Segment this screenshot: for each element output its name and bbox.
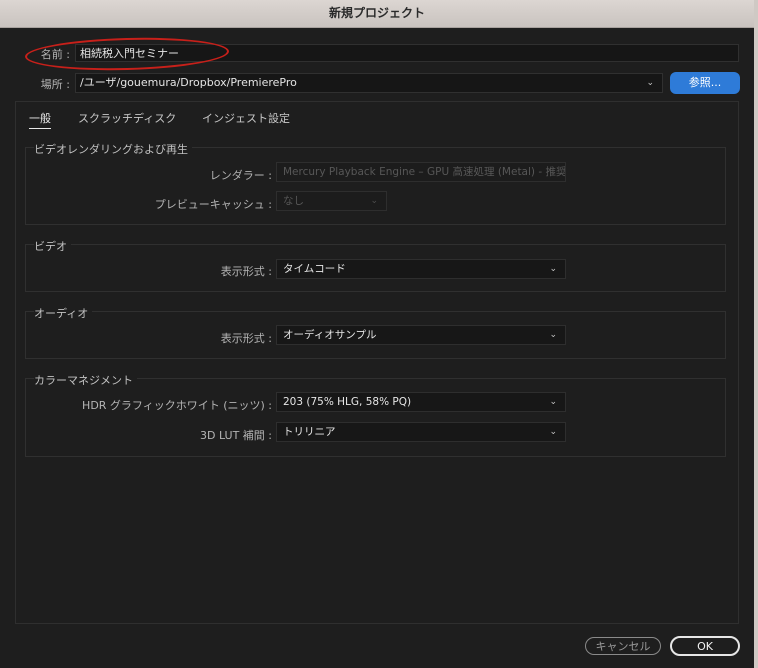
tab-scratch-disks[interactable]: スクラッチディスク: [78, 110, 176, 126]
audio-display-format-label: 表示形式 :: [220, 332, 272, 345]
chevron-down-icon: ⌄: [549, 167, 557, 177]
video-display-format-select[interactable]: タイムコード ⌄: [276, 259, 566, 279]
color-management-title: カラーマネジメント: [34, 372, 137, 388]
renderer-value: Mercury Playback Engine – GPU 高速処理 (Meta…: [283, 166, 566, 178]
chevron-down-icon: ⌄: [549, 397, 557, 407]
location-select[interactable]: /ユーザ/gouemura/Dropbox/PremierePro ⌄: [75, 73, 663, 93]
hdr-white-label: HDR グラフィックホワイト (ニッツ) :: [82, 399, 272, 412]
lut-interpolation-select[interactable]: トリリニア ⌄: [276, 422, 566, 442]
chevron-down-icon: ⌄: [646, 78, 654, 88]
hdr-white-select[interactable]: 203 (75% HLG, 58% PQ) ⌄: [276, 392, 566, 412]
renderer-select: Mercury Playback Engine – GPU 高速処理 (Meta…: [276, 162, 566, 182]
chevron-down-icon: ⌄: [549, 264, 557, 274]
video-rendering-title: ビデオレンダリングおよび再生: [34, 141, 192, 157]
audio-display-format-value: オーディオサンプル: [283, 329, 377, 341]
chevron-down-icon: ⌄: [370, 196, 378, 206]
window-frame-edge: [754, 0, 758, 668]
preview-cache-label: プレビューキャッシュ :: [154, 198, 272, 211]
hdr-white-value: 203 (75% HLG, 58% PQ): [283, 396, 412, 408]
video-display-format-label: 表示形式 :: [220, 265, 272, 278]
browse-button[interactable]: 参照...: [670, 72, 740, 94]
dialog-title: 新規プロジェクト: [0, 0, 754, 28]
preview-cache-select: なし ⌄: [276, 191, 387, 211]
audio-display-format-select[interactable]: オーディオサンプル ⌄: [276, 325, 566, 345]
chevron-down-icon: ⌄: [549, 330, 557, 340]
tab-ingest-settings[interactable]: インジェスト設定: [202, 110, 290, 126]
video-display-format-value: タイムコード: [283, 263, 346, 275]
video-rendering-group: [25, 147, 726, 225]
lut-interpolation-value: トリリニア: [283, 426, 336, 438]
color-management-group: [25, 378, 726, 457]
chevron-down-icon: ⌄: [549, 427, 557, 437]
location-label: 場所 :: [40, 78, 70, 91]
audio-group-title: オーディオ: [34, 305, 93, 321]
video-group-title: ビデオ: [34, 238, 71, 254]
location-value: /ユーザ/gouemura/Dropbox/PremierePro: [80, 76, 297, 89]
cancel-button[interactable]: キャンセル: [585, 637, 661, 655]
project-name-input[interactable]: 相続税入門セミナー: [75, 44, 739, 62]
renderer-label: レンダラー :: [209, 169, 272, 182]
lut-interpolation-label: 3D LUT 補間 :: [199, 429, 272, 442]
name-label: 名前 :: [40, 48, 70, 61]
tab-general[interactable]: 一般: [29, 110, 51, 129]
preview-cache-value: なし: [283, 195, 304, 207]
ok-button[interactable]: OK: [670, 636, 740, 656]
